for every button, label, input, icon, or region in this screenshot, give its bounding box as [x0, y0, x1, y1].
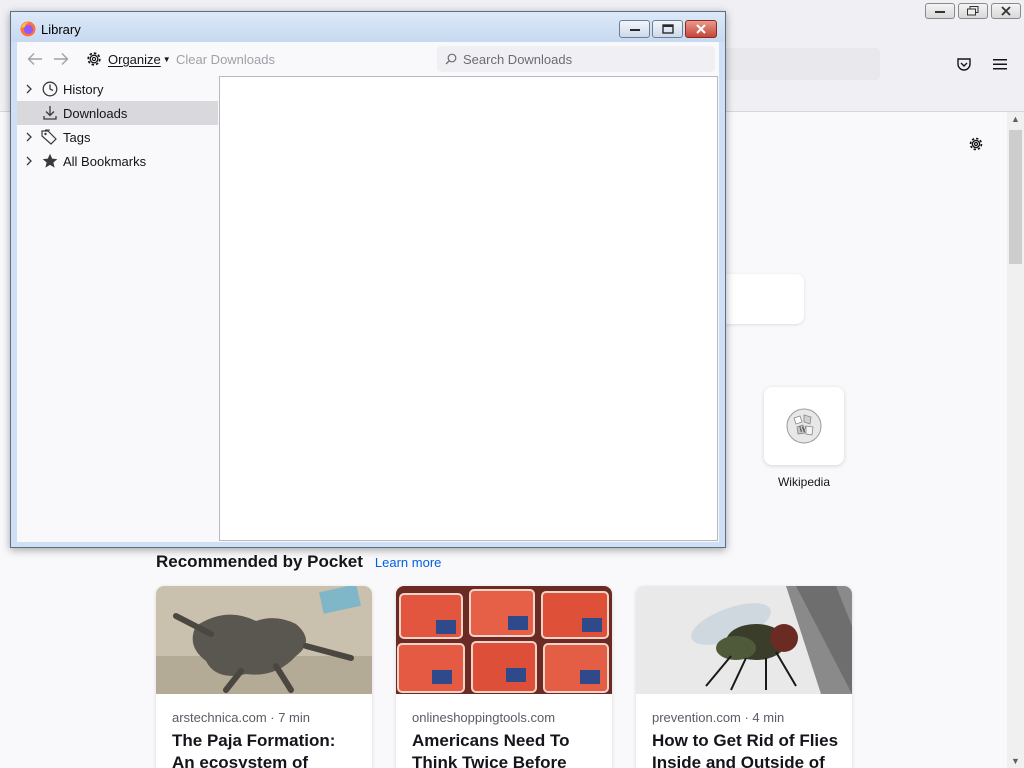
- scroll-up-arrow-icon[interactable]: ▲: [1011, 114, 1020, 124]
- library-close-button[interactable]: [685, 20, 717, 38]
- maximize-icon: [661, 24, 674, 34]
- library-toolbar: Organize ▼ Clear Downloads Search Downlo…: [17, 42, 719, 76]
- library-sidebar: History Downloads Tags All Bookmarks: [17, 76, 218, 542]
- pocket-learn-more-link[interactable]: Learn more: [375, 555, 441, 570]
- clock-icon: [41, 80, 59, 98]
- chevron-down-icon: ▼: [162, 54, 171, 64]
- page-scrollbar[interactable]: ▲ ▼: [1007, 112, 1024, 768]
- back-arrow-icon: [27, 53, 42, 65]
- library-window: Library Organize ▼ Clear Downloads Searc…: [10, 11, 726, 548]
- shortcut-label: Wikipedia: [777, 475, 831, 489]
- chevron-right-icon[interactable]: [17, 149, 41, 173]
- browser-minimize-button[interactable]: [925, 3, 955, 19]
- sidebar-item-label: Downloads: [63, 105, 128, 121]
- library-body: Organize ▼ Clear Downloads Search Downlo…: [17, 42, 719, 542]
- minimize-icon: [629, 29, 640, 31]
- address-bar[interactable]: [720, 48, 880, 80]
- sidebar-item-all-bookmarks[interactable]: All Bookmarks: [17, 149, 218, 173]
- pocket-icon: [957, 58, 971, 71]
- gear-icon: [969, 137, 983, 151]
- fossil-skeleton-image: [156, 586, 372, 694]
- sidebar-item-label: History: [63, 81, 104, 97]
- search-placeholder: Search Downloads: [463, 51, 573, 67]
- story-source: onlineshoppingtools.com: [412, 710, 556, 725]
- library-title: Library: [41, 22, 81, 37]
- minimize-icon: [935, 11, 945, 13]
- story-title[interactable]: How to Get Rid of Flies Inside and Outsi…: [652, 730, 842, 768]
- sidebar-item-label: All Bookmarks: [63, 153, 147, 169]
- library-titlebar[interactable]: Library: [11, 12, 725, 42]
- pocket-section-title: Recommended by Pocket: [156, 552, 363, 571]
- top-site-shortcut[interactable]: W Wikipedia: [758, 387, 850, 497]
- close-icon: [1001, 6, 1011, 16]
- scroll-down-arrow-icon[interactable]: ▼: [1011, 756, 1020, 766]
- chevron-right-icon[interactable]: [17, 125, 41, 149]
- organize-label: Organize: [108, 51, 161, 67]
- svg-text:W: W: [799, 426, 807, 434]
- sidebar-item-label: Tags: [63, 129, 91, 145]
- pocket-section-header: Recommended by Pocket Learn more: [156, 552, 441, 572]
- newtab-settings-button[interactable]: [965, 133, 987, 155]
- search-icon: [445, 53, 457, 65]
- app-menu-button[interactable]: [989, 53, 1011, 75]
- shortcut-tile[interactable]: W: [764, 387, 844, 465]
- story-title[interactable]: Americans Need To Think Twice Before: [412, 730, 602, 768]
- sidebar-item-tags[interactable]: Tags: [17, 125, 218, 149]
- restore-icon: [967, 6, 979, 16]
- story-title[interactable]: The Paja Formation: An ecosystem of mons…: [172, 730, 362, 768]
- sidebar-item-downloads[interactable]: Downloads: [17, 101, 218, 125]
- sidebar-item-history[interactable]: History: [17, 77, 218, 101]
- tag-icon: [41, 128, 59, 146]
- save-to-pocket-button[interactable]: [953, 53, 975, 75]
- forward-arrow-icon: [54, 53, 69, 65]
- library-minimize-button[interactable]: [619, 20, 650, 38]
- search-downloads-input[interactable]: Search Downloads: [437, 46, 715, 72]
- close-icon: [696, 24, 706, 34]
- hamburger-menu-icon: [993, 59, 1007, 70]
- forward-button[interactable]: [52, 51, 70, 67]
- story-source: prevention.com · 4 min: [652, 710, 785, 725]
- pocket-story-card[interactable]: onlineshoppingtools.com Americans Need T…: [396, 586, 612, 768]
- downloads-list[interactable]: [219, 76, 718, 541]
- library-maximize-button[interactable]: [652, 20, 683, 38]
- story-source: arstechnica.com · 7 min: [172, 710, 310, 725]
- back-button[interactable]: [26, 51, 44, 67]
- clear-downloads-button[interactable]: Clear Downloads: [176, 52, 275, 67]
- organize-menu-button[interactable]: Organize ▼: [85, 50, 171, 68]
- browser-close-button[interactable]: [991, 3, 1021, 19]
- wikipedia-globe-icon: W: [786, 408, 822, 444]
- ground-meat-packages-image: [396, 586, 612, 694]
- house-fly-image: [636, 586, 852, 694]
- browser-restore-button[interactable]: [958, 3, 988, 19]
- firefox-logo-icon: [20, 21, 36, 37]
- gear-icon: [87, 52, 101, 66]
- scrollbar-thumb[interactable]: [1009, 130, 1022, 264]
- pocket-story-card[interactable]: arstechnica.com · 7 min The Paja Formati…: [156, 586, 372, 768]
- chevron-right-icon[interactable]: [17, 77, 41, 101]
- download-icon: [41, 104, 59, 122]
- pocket-story-card[interactable]: prevention.com · 4 min How to Get Rid of…: [636, 586, 852, 768]
- star-icon: [41, 152, 59, 170]
